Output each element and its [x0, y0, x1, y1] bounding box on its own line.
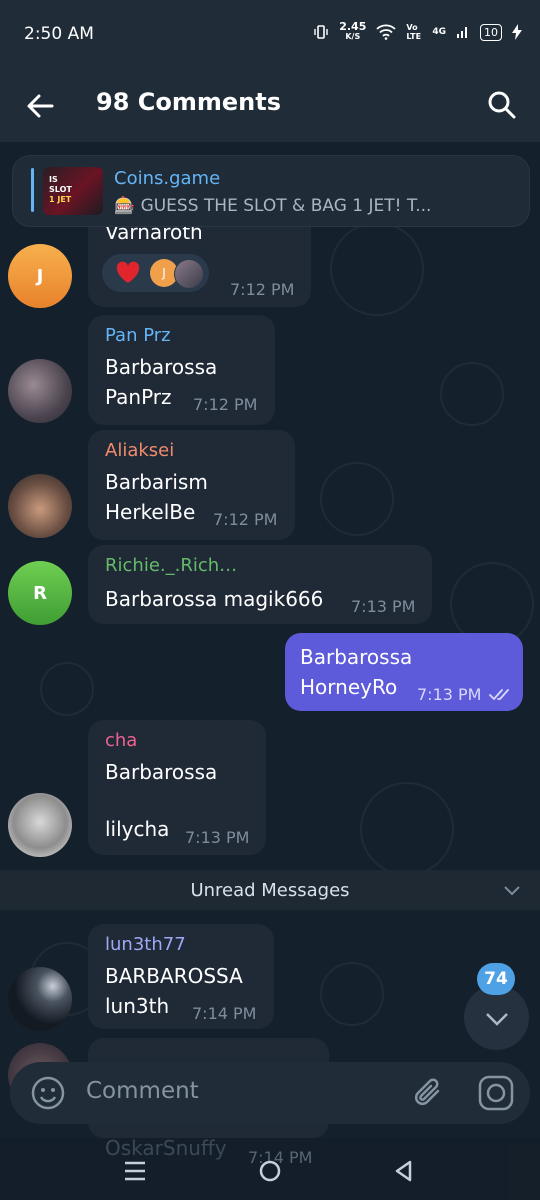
- pinned-message[interactable]: IS SLOT 1 JET Coins.game 🎰 GUESS THE SLO…: [12, 155, 530, 227]
- back-button[interactable]: [22, 88, 62, 124]
- message-bubble[interactable]: Pan Prz Barbarossa PanPrz 7:12 PM: [88, 315, 275, 425]
- avatar[interactable]: [8, 474, 72, 538]
- signal-icon: [457, 27, 467, 38]
- avatar[interactable]: R: [8, 561, 72, 625]
- heart-icon: [116, 261, 140, 283]
- pinned-title: Coins.game: [114, 168, 221, 189]
- message-time: 7:12 PM: [193, 395, 258, 414]
- attach-icon[interactable]: [412, 1075, 448, 1111]
- unread-label: Unread Messages: [190, 879, 350, 901]
- arrow-left-icon: [27, 94, 54, 118]
- message-text: lilycha: [105, 817, 170, 841]
- home-icon[interactable]: [257, 1158, 283, 1184]
- message-text: HorneyRo: [300, 675, 398, 699]
- message-bubble[interactable]: Aliaksei Barbarism HerkelBe 7:12 PM: [88, 430, 295, 540]
- status-icons: 2.45 K/S Vo LTE 4G 10: [313, 20, 522, 42]
- unread-messages-divider: Unread Messages: [0, 870, 540, 910]
- message-time: 7:12 PM: [213, 510, 278, 529]
- emoji-icon[interactable]: [30, 1075, 66, 1111]
- sender-name[interactable]: cha: [105, 730, 137, 751]
- message-time: 7:12 PM: [230, 280, 295, 299]
- net-speed: 2.45 K/S: [339, 20, 367, 41]
- message-bubble[interactable]: lun3th77 BARBAROSSA lun3th 7:14 PM: [88, 924, 274, 1029]
- camera-icon[interactable]: [477, 1074, 515, 1112]
- own-message-bubble[interactable]: Barbarossa HorneyRo 7:13 PM: [285, 633, 523, 711]
- status-time: 2:50 AM: [24, 24, 94, 44]
- message-time: 7:14 PM: [192, 1004, 257, 1023]
- message-bubble[interactable]: cha Barbarossa lilycha 7:13 PM: [88, 720, 266, 855]
- menu-icon[interactable]: [122, 1158, 148, 1184]
- system-nav-bar: [0, 1138, 540, 1200]
- message-time: 7:13 PM: [417, 685, 482, 704]
- message-bubble[interactable]: Richie._.Rich… Barbarossa magik666 7:13 …: [88, 545, 432, 624]
- double-check-icon: [489, 689, 509, 701]
- reactions[interactable]: J: [102, 254, 209, 292]
- reaction-avatar: [174, 259, 204, 289]
- message-text: PanPrz: [105, 385, 172, 409]
- status-bar: 2:50 AM 2.45 K/S Vo LTE 4G 10: [0, 0, 540, 70]
- chevron-down-icon[interactable]: [502, 880, 522, 900]
- message-text: BARBAROSSA: [105, 964, 243, 988]
- message-text: Barbarossa: [105, 355, 218, 379]
- message-text: lun3th: [105, 994, 170, 1018]
- search-button[interactable]: [484, 87, 520, 123]
- wifi-icon: [376, 24, 396, 40]
- pinned-text: 🎰 GUESS THE SLOT & BAG 1 JET! T...: [114, 196, 432, 216]
- message-text: HerkelBe: [105, 500, 196, 524]
- comment-composer: Comment: [10, 1062, 530, 1124]
- avatar[interactable]: [8, 359, 72, 423]
- sender-name[interactable]: lun3th77: [105, 934, 186, 955]
- page-title: 98 Comments: [96, 88, 281, 116]
- avatar[interactable]: [8, 793, 72, 857]
- avatar[interactable]: [8, 967, 72, 1031]
- vibrate-icon: [314, 25, 328, 39]
- message-text: Barbarossa: [300, 645, 413, 669]
- message-text: Barbarossa: [105, 760, 218, 784]
- avatar[interactable]: J: [8, 244, 72, 308]
- comment-input[interactable]: Comment: [86, 1078, 199, 1104]
- battery-icon: 10: [480, 23, 502, 41]
- charging-icon: [512, 24, 522, 40]
- back-icon[interactable]: [391, 1158, 417, 1184]
- message-text: Barbarossa magik666: [105, 587, 324, 611]
- pinned-thumbnail: IS SLOT 1 JET: [43, 167, 103, 215]
- sender-name[interactable]: Richie._.Rich…: [105, 555, 237, 576]
- unread-count-badge: 74: [477, 963, 515, 995]
- volte-label: Vo LTE: [406, 23, 422, 41]
- message-time: 7:13 PM: [351, 597, 416, 616]
- signal-label: 4G: [432, 27, 446, 37]
- message-text: Barbarism: [105, 470, 208, 494]
- message-time: 7:13 PM: [185, 828, 250, 847]
- app-bar: 98 Comments: [0, 70, 540, 142]
- sender-name[interactable]: Aliaksei: [105, 440, 174, 461]
- pinned-indicator: [31, 168, 34, 212]
- search-icon: [488, 91, 516, 119]
- sender-name[interactable]: Pan Prz: [105, 325, 171, 346]
- chevron-down-icon: [486, 1013, 508, 1026]
